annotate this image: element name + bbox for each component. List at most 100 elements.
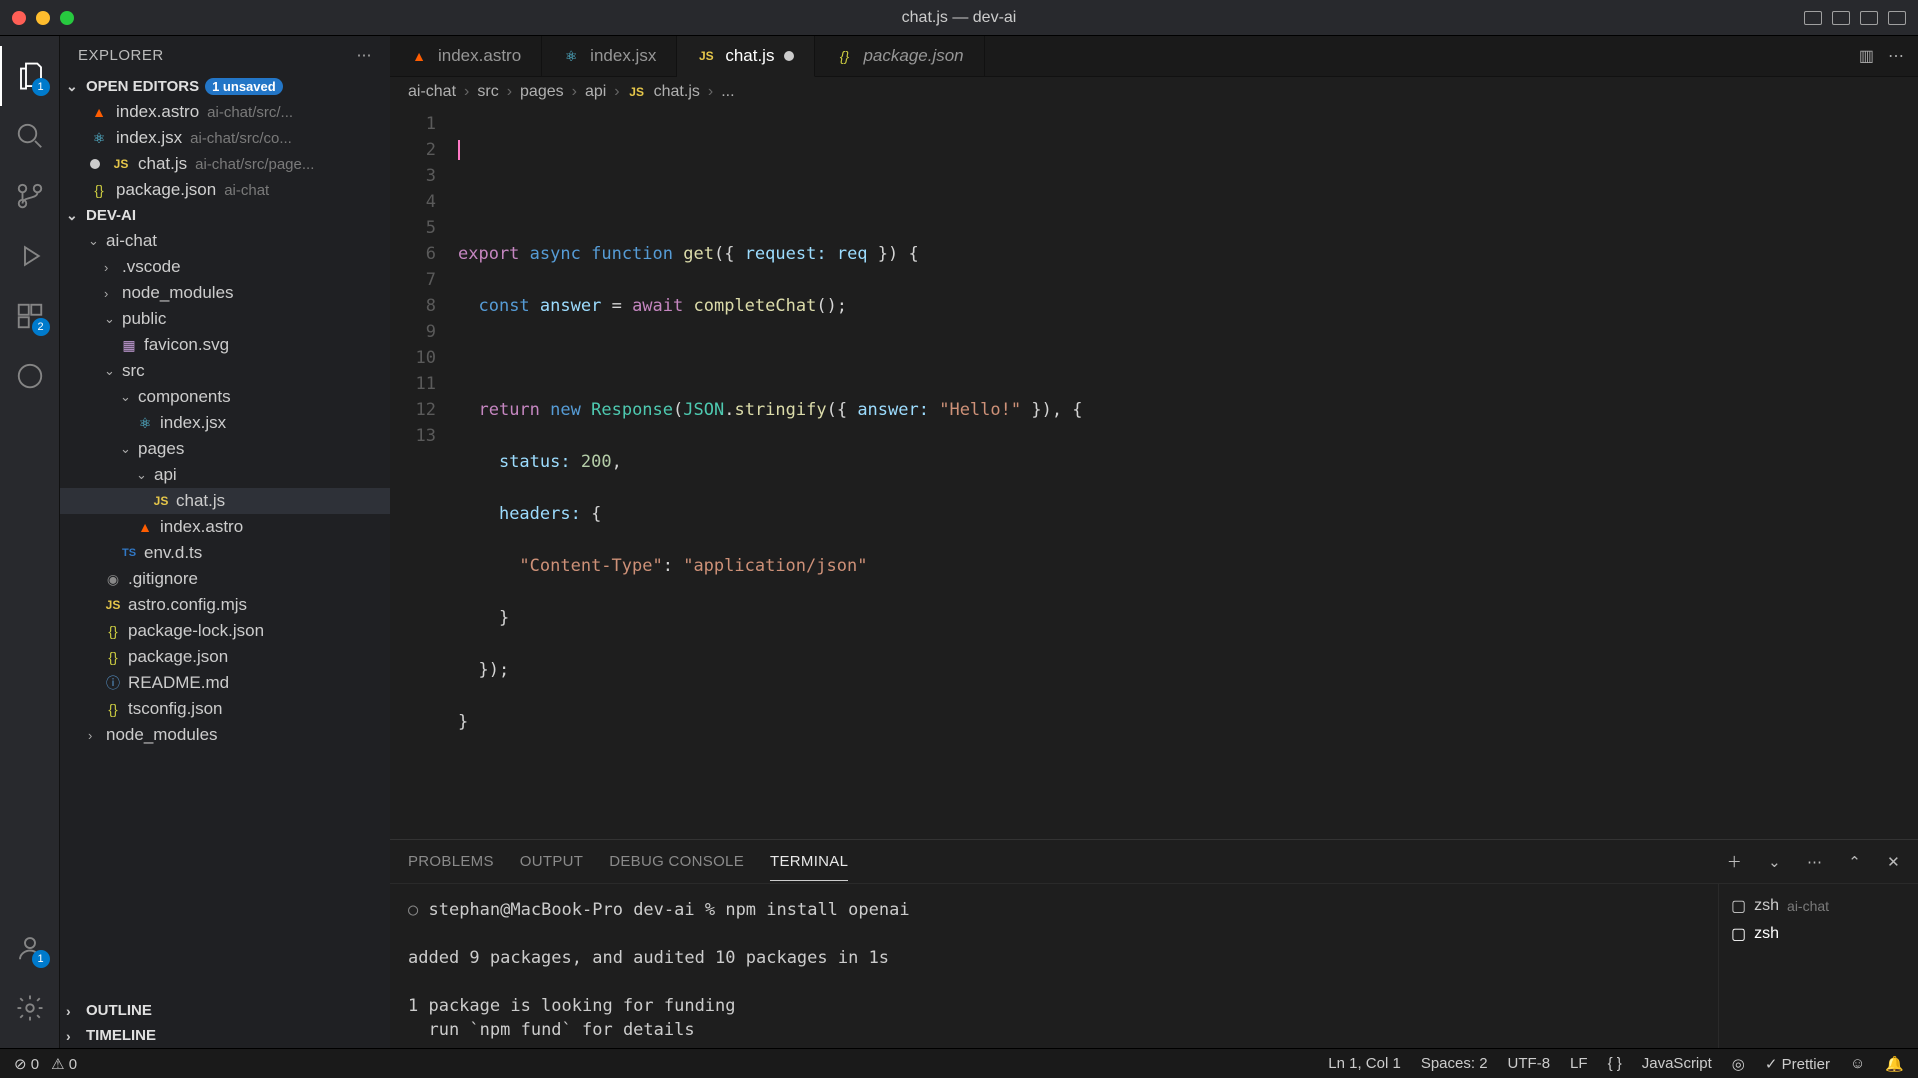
warning-count[interactable]: ⚠ 0 [51, 1055, 77, 1073]
close-panel-icon[interactable]: ✕ [1887, 853, 1900, 871]
traffic-lights [12, 11, 74, 25]
tree-file[interactable]: TSenv.d.ts [60, 540, 390, 566]
tree-folder[interactable]: ⌄src [60, 358, 390, 384]
tab-index-jsx[interactable]: ⚛ index.jsx [542, 36, 677, 76]
tree-folder[interactable]: ⌄components [60, 384, 390, 410]
activity-extensions[interactable]: 2 [0, 286, 60, 346]
broadcast-icon[interactable]: ◎ [1732, 1055, 1745, 1073]
breadcrumb-part[interactable]: api [585, 83, 606, 101]
tree-label: index.astro [160, 517, 243, 537]
panel-tab-terminal[interactable]: TERMINAL [770, 843, 848, 881]
tree-file[interactable]: ▦favicon.svg [60, 332, 390, 358]
open-editors-header[interactable]: ⌄ OPEN EDITORS 1 unsaved [60, 74, 390, 99]
close-window-button[interactable] [12, 11, 26, 25]
error-count[interactable]: ⊘ 0 [14, 1055, 39, 1073]
project-header[interactable]: ⌄ DEV-AI [60, 203, 390, 228]
new-terminal-icon[interactable]: ＋ [1727, 851, 1742, 872]
tree-folder[interactable]: ›.vscode [60, 254, 390, 280]
sidebar-more-icon[interactable]: ⋯ [357, 46, 373, 64]
tree-file-active[interactable]: JSchat.js [60, 488, 390, 514]
indentation-status[interactable]: Spaces: 2 [1421, 1055, 1488, 1072]
breadcrumb-part[interactable]: src [477, 83, 498, 101]
activity-explorer[interactable]: 1 [0, 46, 60, 106]
terminal-list-item[interactable]: ▢ zsh ai-chat [1731, 892, 1906, 920]
terminal-list-item[interactable]: ▢ zsh [1731, 920, 1906, 948]
outline-header[interactable]: › OUTLINE [60, 998, 390, 1023]
js-icon: JS [152, 494, 170, 508]
line-number: 5 [390, 215, 436, 241]
tree-file[interactable]: ◉.gitignore [60, 566, 390, 592]
gear-icon [15, 993, 45, 1023]
timeline-header[interactable]: › TIMELINE [60, 1023, 390, 1048]
activity-search[interactable] [0, 106, 60, 166]
open-editor-item[interactable]: ⚛ index.jsx ai-chat/src/co... [60, 125, 390, 151]
panel-tab-debug[interactable]: DEBUG CONSOLE [609, 843, 744, 880]
chevron-down-icon: ⌄ [104, 311, 116, 327]
panel-tab-problems[interactable]: PROBLEMS [408, 843, 494, 880]
tab-index-astro[interactable]: ▲ index.astro [390, 36, 542, 76]
split-editor-icon[interactable]: ▥ [1859, 46, 1874, 66]
open-editor-item[interactable]: ▲ index.astro ai-chat/src/... [60, 99, 390, 125]
maximize-window-button[interactable] [60, 11, 74, 25]
layout-toggle-sidebar-icon[interactable] [1804, 11, 1822, 25]
terminal-split-dropdown-icon[interactable]: ⌄ [1768, 853, 1781, 871]
language-mode[interactable]: JavaScript [1642, 1055, 1712, 1072]
tree-label: api [154, 465, 177, 485]
activity-account[interactable]: 1 [0, 918, 60, 978]
open-editor-item[interactable]: {} package.json ai-chat [60, 177, 390, 203]
tree-label: favicon.svg [144, 335, 229, 355]
line-gutter: 1 2 3 4 5 6 7 8 9 10 11 12 13 [390, 107, 450, 839]
tree-file[interactable]: ▲index.astro [60, 514, 390, 540]
bell-icon[interactable]: 🔔 [1885, 1055, 1904, 1073]
tree-file[interactable]: ⚛index.jsx [60, 410, 390, 436]
tree-label: README.md [128, 673, 229, 693]
layout-customize-icon[interactable] [1888, 11, 1906, 25]
more-icon[interactable]: ⋯ [1888, 46, 1904, 66]
breadcrumbs[interactable]: ai-chat› src› pages› api› JS chat.js› ..… [390, 77, 1918, 107]
json-icon: {} [90, 182, 108, 198]
breadcrumb-part[interactable]: chat.js [654, 83, 700, 101]
activity-edge[interactable] [0, 346, 60, 406]
code-content[interactable]: export async function get({ request: req… [450, 107, 1918, 839]
terminal-output[interactable]: ○ stephan@MacBook-Pro dev-ai % npm insta… [390, 884, 1718, 1048]
tree-folder[interactable]: ⌄ai-chat [60, 228, 390, 254]
activity-scm[interactable] [0, 166, 60, 226]
code-editor[interactable]: 1 2 3 4 5 6 7 8 9 10 11 12 13 export asy… [390, 107, 1918, 839]
tree-folder[interactable]: ⌄pages [60, 436, 390, 462]
tree-label: .gitignore [128, 569, 198, 589]
tree-folder[interactable]: ›node_modules [60, 722, 390, 748]
open-editors-label: OPEN EDITORS [86, 78, 199, 95]
feedback-icon[interactable]: ☺ [1850, 1055, 1865, 1072]
breadcrumb-part[interactable]: ai-chat [408, 83, 456, 101]
maximize-panel-icon[interactable]: ⌃ [1848, 853, 1861, 871]
cursor-position[interactable]: Ln 1, Col 1 [1328, 1055, 1401, 1072]
eol-status[interactable]: LF [1570, 1055, 1588, 1072]
line-number: 3 [390, 163, 436, 189]
chevron-right-icon: › [66, 1028, 80, 1044]
tree-file[interactable]: {}tsconfig.json [60, 696, 390, 722]
activity-debug[interactable] [0, 226, 60, 286]
more-icon[interactable]: ⋯ [1807, 853, 1822, 871]
tree-file[interactable]: {}package-lock.json [60, 618, 390, 644]
breadcrumb-part[interactable]: ... [721, 83, 734, 101]
minimize-window-button[interactable] [36, 11, 50, 25]
astro-icon: ▲ [90, 104, 108, 120]
layout-toggle-panel-icon[interactable] [1832, 11, 1850, 25]
open-editor-item[interactable]: JS chat.js ai-chat/src/page... [60, 151, 390, 177]
tree-file[interactable]: JSastro.config.mjs [60, 592, 390, 618]
breadcrumb-part[interactable]: pages [520, 83, 564, 101]
tree-file[interactable]: {}package.json [60, 644, 390, 670]
panel-tab-output[interactable]: OUTPUT [520, 843, 583, 880]
encoding-status[interactable]: UTF-8 [1508, 1055, 1551, 1072]
prettier-status[interactable]: ✓ Prettier [1765, 1055, 1830, 1073]
tab-package-json[interactable]: {} package.json [815, 36, 984, 76]
open-editor-name: package.json [116, 180, 216, 200]
unsaved-dot-icon[interactable] [784, 51, 794, 61]
activity-settings[interactable] [0, 978, 60, 1038]
tree-folder[interactable]: ›node_modules [60, 280, 390, 306]
tree-folder[interactable]: ⌄public [60, 306, 390, 332]
tab-chat-js[interactable]: JS chat.js [677, 36, 815, 77]
tree-folder[interactable]: ⌄api [60, 462, 390, 488]
layout-toggle-secondary-icon[interactable] [1860, 11, 1878, 25]
tree-file[interactable]: ⓘREADME.md [60, 670, 390, 696]
